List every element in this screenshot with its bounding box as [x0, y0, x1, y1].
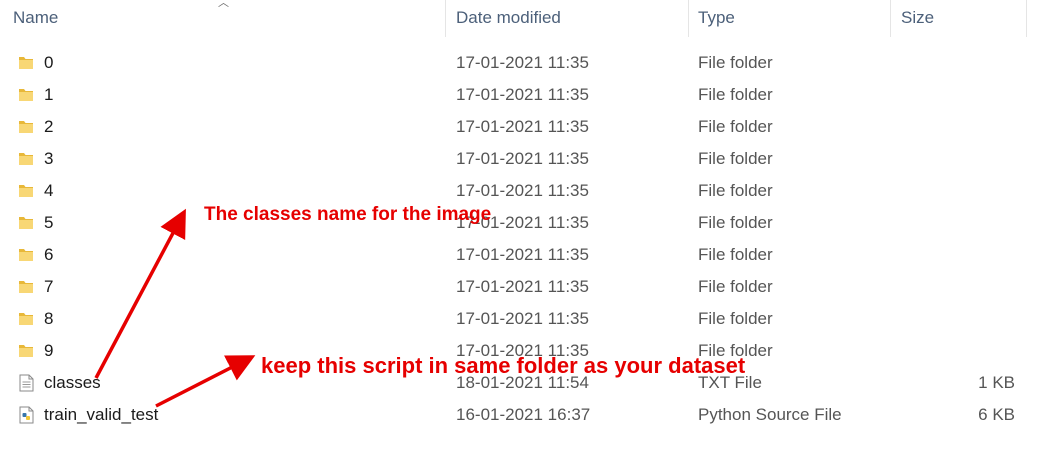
annotation-classes-note: The classes name for the image	[204, 204, 492, 225]
annotation-arrows	[94, 208, 256, 408]
annotation-script-note: keep this script in same folder as your …	[261, 353, 746, 378]
arrow-to-classes-note	[94, 208, 186, 379]
arrow-to-script-note	[155, 355, 256, 408]
